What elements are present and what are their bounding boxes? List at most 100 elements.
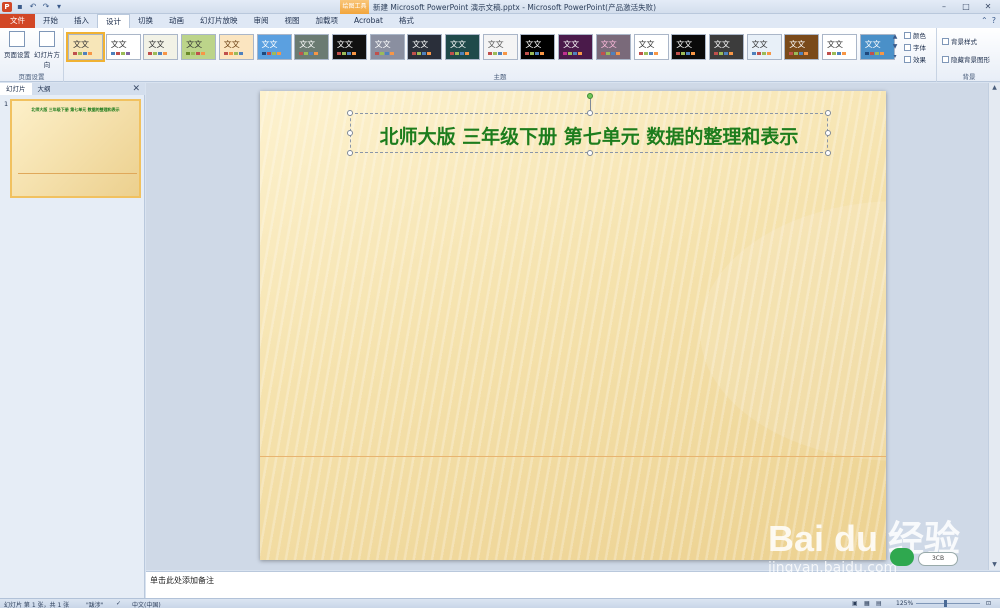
- theme-thumbnail-1[interactable]: 文文: [66, 32, 105, 62]
- theme-sample-text: 文文: [563, 40, 580, 49]
- customize-qat-icon[interactable]: ▾: [54, 2, 64, 12]
- notes-placeholder[interactable]: 单击此处添加备注: [150, 575, 214, 586]
- resize-handle-t[interactable]: [587, 110, 593, 116]
- resize-handle-tl[interactable]: [347, 110, 353, 116]
- tab-design[interactable]: 设计: [97, 14, 130, 28]
- theme-thumbnail-6[interactable]: 文文: [256, 34, 292, 60]
- scroll-up-arrow-icon[interactable]: ▲: [989, 83, 1000, 93]
- theme-sample-text: 文文: [148, 40, 165, 49]
- title-textbox[interactable]: 北师大版 三年级下册 第七单元 数据的整理和表示: [347, 93, 831, 156]
- slide-canvas[interactable]: 北师大版 三年级下册 第七单元 数据的整理和表示: [260, 91, 886, 560]
- zoom-slider-thumb[interactable]: [944, 600, 947, 607]
- slide-orientation-button[interactable]: 幻灯片方向: [32, 31, 62, 69]
- theme-thumbnail-17[interactable]: 文文: [671, 34, 707, 60]
- tab-acrobat[interactable]: Acrobat: [346, 14, 391, 28]
- vertical-scrollbar[interactable]: ▲ ▼: [988, 83, 1000, 570]
- theme-thumbnail-2[interactable]: 文文: [105, 34, 141, 60]
- theme-thumbnail-10[interactable]: 文文: [407, 34, 443, 60]
- theme-thumbnail-9[interactable]: 文文: [369, 34, 405, 60]
- scroll-up-icon[interactable]: ▲: [893, 32, 898, 42]
- resize-handle-bl[interactable]: [347, 150, 353, 156]
- language-status[interactable]: 中文(中国): [132, 600, 161, 608]
- theme-colors-button[interactable]: 颜色: [904, 30, 926, 40]
- maximize-icon[interactable]: □: [956, 1, 976, 12]
- resize-handle-tr[interactable]: [825, 110, 831, 116]
- close-pane-icon[interactable]: ✕: [132, 83, 140, 95]
- theme-color-swatches: [374, 52, 394, 55]
- theme-thumbnail-14[interactable]: 文文: [558, 34, 594, 60]
- tab-home[interactable]: 开始: [35, 14, 66, 28]
- theme-color-swatches: [148, 52, 168, 55]
- theme-fonts-button[interactable]: 字体: [904, 42, 926, 52]
- background-styles-button[interactable]: 背景样式: [942, 36, 977, 46]
- tab-slideshow[interactable]: 幻灯片放映: [192, 14, 246, 28]
- theme-thumbnail-15[interactable]: 文文: [595, 34, 631, 60]
- normal-view-icon[interactable]: ▣: [852, 600, 858, 607]
- theme-thumbnail-8[interactable]: 文文: [331, 34, 367, 60]
- scroll-down-arrow-icon[interactable]: ▼: [989, 560, 1000, 570]
- theme-thumbnail-21[interactable]: 文文: [822, 34, 857, 60]
- theme-thumbnail-5[interactable]: 文文: [218, 34, 254, 60]
- powerpoint-logo-icon: P: [2, 2, 12, 12]
- tab-animations[interactable]: 动画: [161, 14, 192, 28]
- undo-icon[interactable]: ↶: [28, 2, 38, 12]
- close-icon[interactable]: ✕: [978, 1, 998, 12]
- save-icon[interactable]: ▪: [15, 2, 25, 12]
- zoom-level[interactable]: 125%: [896, 600, 913, 607]
- theme-thumbnail-22[interactable]: 文文: [859, 34, 895, 60]
- theme-name-status: "跋涉": [86, 602, 104, 608]
- more-themes-icon[interactable]: ▾: [893, 52, 896, 62]
- tab-slides[interactable]: 幻灯片: [0, 83, 32, 95]
- tab-addins[interactable]: 加载项: [308, 14, 347, 28]
- collapse-ribbon-icon[interactable]: ⌃: [981, 16, 988, 25]
- theme-sample-text: 文文: [412, 40, 429, 49]
- fonts-icon: [904, 43, 911, 51]
- redo-icon[interactable]: ↷: [41, 2, 51, 12]
- sorter-view-icon[interactable]: ▦: [864, 600, 870, 607]
- minimize-icon[interactable]: –: [934, 1, 954, 12]
- rotation-handle[interactable]: [587, 93, 593, 99]
- scroll-down-icon[interactable]: ▼: [893, 42, 898, 52]
- theme-thumbnail-12[interactable]: 文文: [482, 34, 518, 60]
- spellcheck-icon[interactable]: ✓: [116, 600, 121, 607]
- theme-color-swatches: [110, 52, 130, 55]
- notes-pane[interactable]: 单击此处添加备注: [146, 571, 1000, 598]
- theme-thumbnail-18[interactable]: 文文: [708, 34, 744, 60]
- slide-thumbnail[interactable]: 北师大版 三年级下册 第七单元 数据的整理和表示: [10, 99, 141, 198]
- tab-view[interactable]: 视图: [277, 14, 308, 28]
- tab-format[interactable]: 格式: [391, 14, 422, 28]
- theme-sample-text: 文文: [374, 40, 391, 49]
- tab-transitions[interactable]: 切换: [130, 14, 161, 28]
- theme-gallery-scroll[interactable]: ▲ ▼ ▾: [891, 32, 899, 62]
- theme-thumbnail-7[interactable]: 文文: [294, 34, 330, 60]
- theme-thumbnail-16[interactable]: 文文: [633, 34, 669, 60]
- theme-color-swatches: [751, 52, 771, 55]
- resize-handle-b[interactable]: [587, 150, 593, 156]
- theme-sample-text: 文文: [110, 40, 127, 49]
- help-icon[interactable]: ?: [992, 16, 996, 25]
- fit-slide-icon[interactable]: ⊡: [986, 600, 991, 607]
- slide-title[interactable]: 北师大版 三年级下册 第七单元 数据的整理和表示: [351, 122, 827, 149]
- theme-thumbnail-4[interactable]: 文文: [181, 34, 217, 60]
- thumbnail-line: [18, 173, 137, 174]
- floating-badge-icon: [890, 548, 914, 566]
- theme-thumbnail-19[interactable]: 文文: [746, 34, 782, 60]
- theme-thumbnail-3[interactable]: 文文: [143, 34, 179, 60]
- slide-count-status: 幻灯片 第 1 张，共 1 张: [4, 602, 70, 608]
- theme-effects-button[interactable]: 效果: [904, 54, 926, 64]
- hide-background-graphics-checkbox[interactable]: 隐藏背景图形: [942, 54, 990, 64]
- theme-thumbnail-20[interactable]: 文文: [784, 34, 820, 60]
- page-setup-button[interactable]: 页面设置: [2, 31, 32, 59]
- tab-review[interactable]: 审阅: [246, 14, 277, 28]
- tab-insert[interactable]: 插入: [66, 14, 97, 28]
- resize-handle-br[interactable]: [825, 150, 831, 156]
- reading-view-icon[interactable]: ▤: [876, 600, 882, 607]
- theme-thumbnail-13[interactable]: 文文: [520, 34, 556, 60]
- tab-outline[interactable]: 大纲: [32, 83, 57, 95]
- pane-tabs: 幻灯片 大纲: [0, 83, 145, 95]
- floating-badge-label: 3CB: [918, 552, 958, 566]
- theme-thumbnail-11[interactable]: 文文: [445, 34, 480, 60]
- tab-file[interactable]: 文件: [0, 14, 35, 28]
- zoom-slider[interactable]: [916, 603, 980, 604]
- theme-sample-text: 文文: [223, 40, 240, 49]
